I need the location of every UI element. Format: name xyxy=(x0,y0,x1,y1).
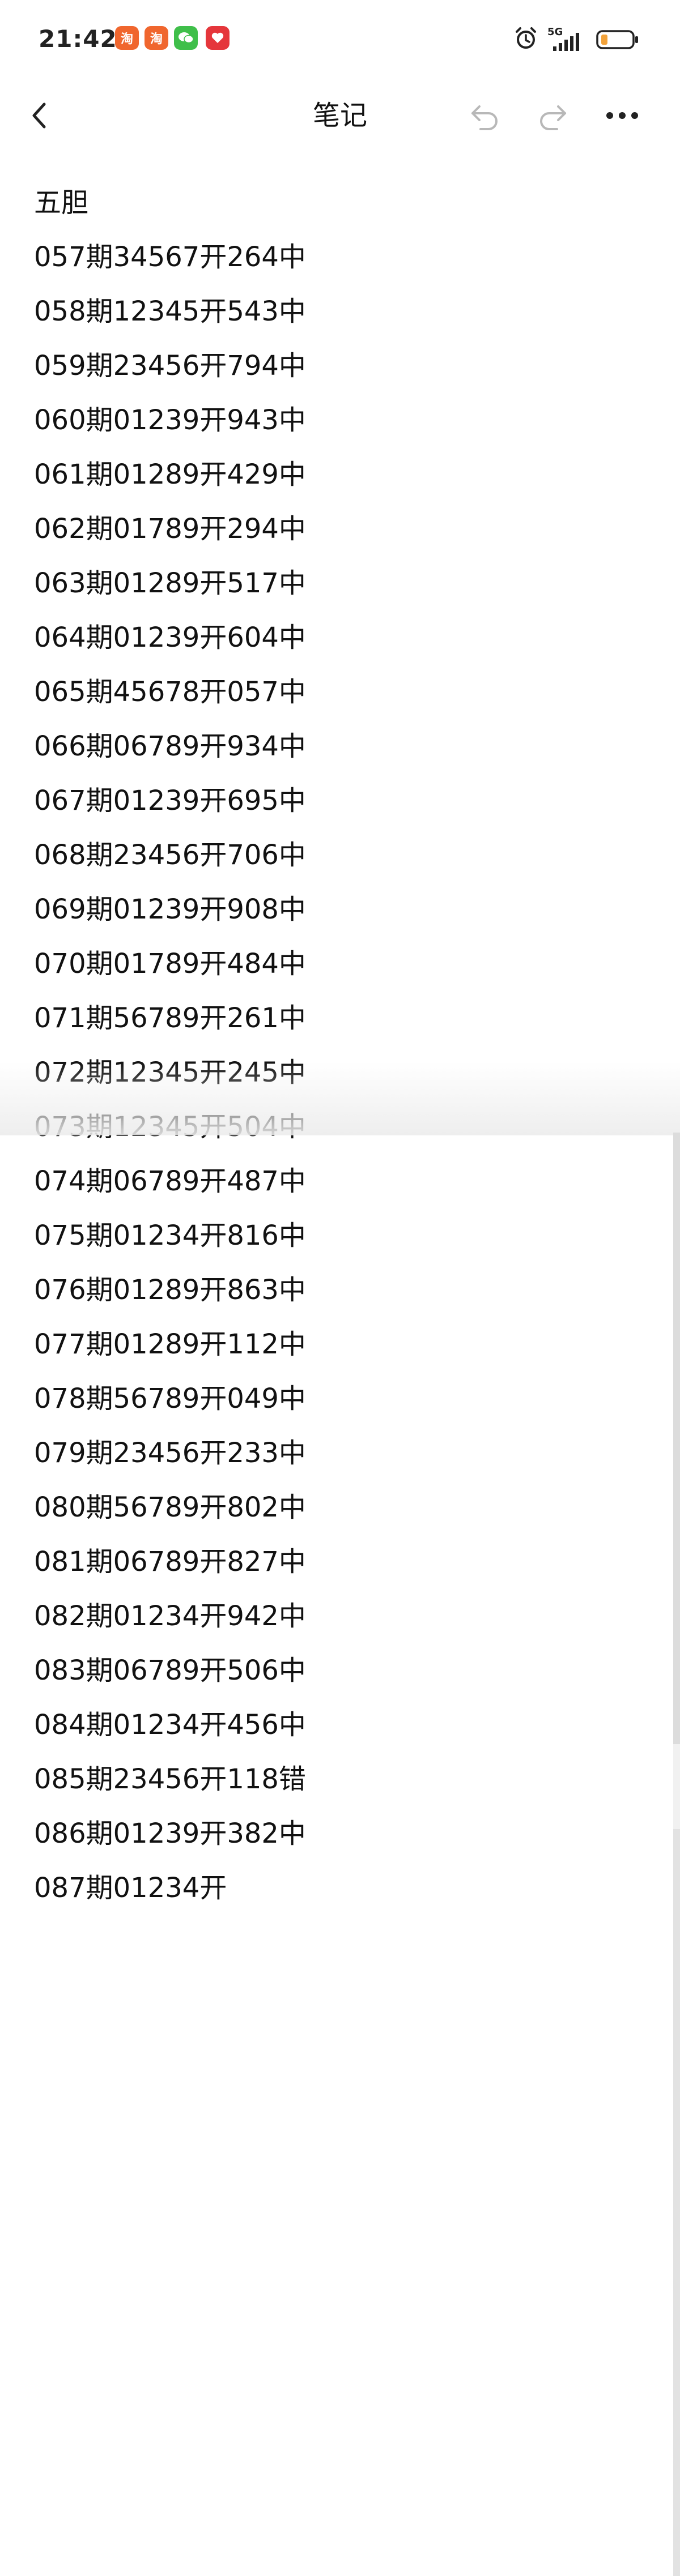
note-line: 082期01234开942中 xyxy=(34,1600,306,1632)
note-line: 061期01289开429中 xyxy=(34,459,306,490)
note-line: 080期56789开802中 xyxy=(34,1492,306,1523)
note-line: 065期45678开057中 xyxy=(34,676,306,708)
status-time: 21:42 xyxy=(39,25,117,53)
undo-icon xyxy=(471,105,498,130)
note-line: 069期01239开908中 xyxy=(34,894,306,925)
note-body[interactable]: 五胆 057期34567开264中 058期12345开543中 059期23456… xyxy=(34,176,635,1915)
note-line: 074期06789开487中 xyxy=(34,1165,306,1197)
note-line: 071期56789开261中 xyxy=(34,1002,306,1034)
note-line: 085期23456开118错 xyxy=(34,1763,306,1795)
taobao-icon: 淘 xyxy=(115,26,139,50)
scroll-fade-overlay xyxy=(0,1062,680,1135)
note-line: 068期23456开706中 xyxy=(34,839,306,871)
scrollbar-thumb[interactable] xyxy=(673,1829,680,2576)
status-bar: 21:42 淘 淘 5G xyxy=(0,0,680,85)
note-line: 077期01289开112中 xyxy=(34,1328,306,1360)
battery-icon xyxy=(596,29,639,50)
note-line: 087期01234开 xyxy=(34,1872,227,1904)
page-title: 笔记 xyxy=(312,100,367,131)
note-line: 086期01239开382中 xyxy=(34,1818,306,1849)
undo-button[interactable] xyxy=(462,93,508,138)
title-bar: 笔记 xyxy=(0,85,680,147)
note-line: 062期01789开294中 xyxy=(34,513,306,545)
note-heading: 五胆 xyxy=(34,187,89,219)
note-line: 075期01234开816中 xyxy=(34,1220,306,1251)
note-line: 081期06789开827中 xyxy=(34,1546,306,1578)
scrollbar-thumb[interactable] xyxy=(673,1133,680,1744)
app-red-icon xyxy=(206,26,230,50)
note-line: 070期01789开484中 xyxy=(34,948,306,980)
note-line: 076期01289开863中 xyxy=(34,1274,306,1306)
note-line: 078期56789开049中 xyxy=(34,1383,306,1415)
alarm-icon xyxy=(513,26,538,51)
note-line: 063期01289开517中 xyxy=(34,567,306,599)
signal-icon xyxy=(551,32,587,52)
note-line: 084期01234开456中 xyxy=(34,1709,306,1741)
note-line: 079期23456开233中 xyxy=(34,1437,306,1469)
chevron-left-icon xyxy=(32,102,46,129)
back-button[interactable] xyxy=(17,93,62,138)
wechat-icon xyxy=(174,26,198,50)
note-line: 066期06789开934中 xyxy=(34,730,306,762)
note-line: 067期01239开695中 xyxy=(34,785,306,817)
redo-icon xyxy=(540,105,566,130)
note-line: 060期01239开943中 xyxy=(34,404,306,436)
note-line: 058期12345开543中 xyxy=(34,296,306,327)
note-line: 059期23456开794中 xyxy=(34,350,306,382)
more-horizontal-icon xyxy=(606,112,638,119)
redo-button[interactable] xyxy=(530,93,575,138)
note-line: 064期01239开604中 xyxy=(34,622,306,653)
taobao-icon: 淘 xyxy=(144,26,168,50)
note-line: 057期34567开264中 xyxy=(34,241,306,273)
more-button[interactable] xyxy=(600,93,645,138)
note-line: 083期06789开506中 xyxy=(34,1655,306,1686)
